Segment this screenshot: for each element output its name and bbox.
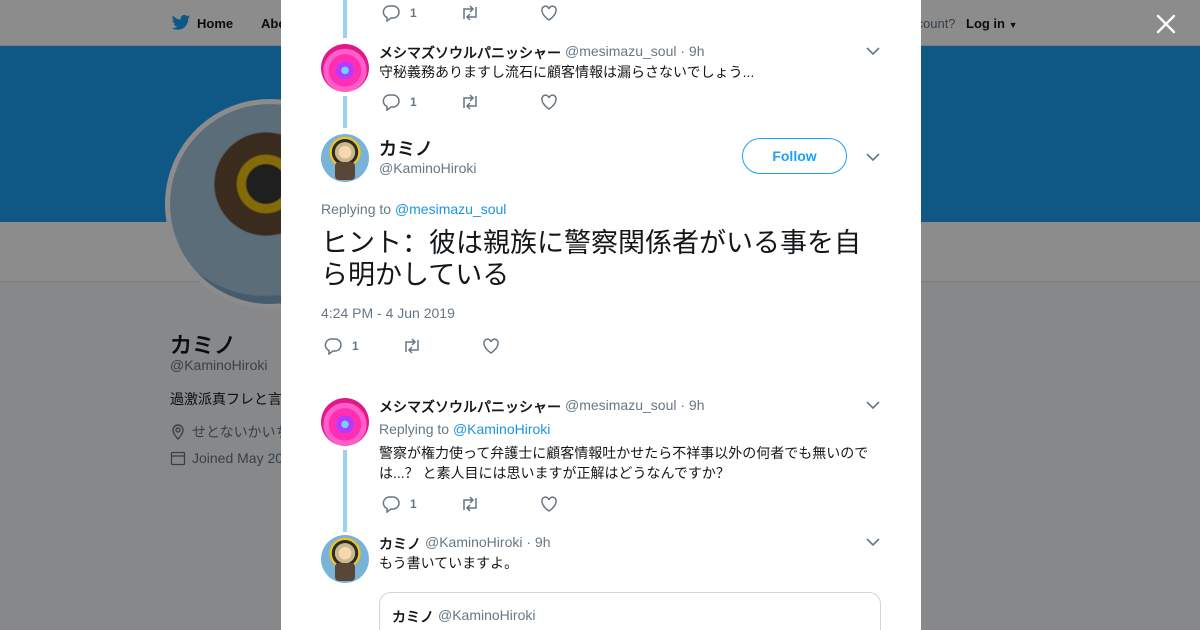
tweet-text: 守秘義務ありますし流石に顧客情報は漏らさないでしょう... xyxy=(379,64,755,80)
retweet-action[interactable] xyxy=(402,337,422,355)
avatar[interactable] xyxy=(321,134,369,182)
handle-text: @mesimazu_soul xyxy=(565,43,677,59)
main-tweet-text: ヒント：彼は親族に警察関係者がいる事を自ら明かしている xyxy=(321,228,861,290)
follow-button[interactable]: Follow xyxy=(742,138,847,174)
tweet-author-name[interactable]: メシマズソウルパニッシャー xyxy=(379,43,561,63)
tweet-time[interactable]: · 9h xyxy=(680,43,704,59)
like-icon xyxy=(483,338,499,354)
chevron-down-icon[interactable] xyxy=(866,46,880,56)
tweet-author-handle[interactable]: @mesimazu_soul · 9h xyxy=(565,397,705,413)
thread-line xyxy=(343,450,347,532)
replying-prefix: Replying to xyxy=(321,201,392,217)
like-action[interactable] xyxy=(540,495,558,513)
handle-text: @mesimazu_soul xyxy=(565,397,677,413)
tweet-author-handle[interactable]: @KaminoHiroki · 9h xyxy=(425,534,550,550)
retweet-icon xyxy=(463,496,477,512)
reply-action[interactable]: 1 xyxy=(324,337,359,355)
reply-count: 1 xyxy=(410,6,417,20)
avatar[interactable] xyxy=(321,398,369,446)
reply-icon xyxy=(382,94,400,111)
reply-action[interactable]: 1 xyxy=(382,93,417,111)
like-action[interactable] xyxy=(540,93,558,111)
tweet-modal: 1 メシマズソウルパニッシャー @mesimazu_soul · 9h 守秘義務… xyxy=(281,0,921,630)
replying-to-link[interactable]: @KaminoHiroki xyxy=(453,421,550,437)
chevron-down-icon[interactable] xyxy=(866,400,880,410)
chevron-down-icon[interactable] xyxy=(866,537,880,547)
tweet-time[interactable]: · 9h xyxy=(680,397,704,413)
retweet-icon xyxy=(463,94,477,110)
like-icon xyxy=(541,496,557,512)
like-icon xyxy=(541,5,557,21)
chevron-down-icon[interactable] xyxy=(866,152,880,162)
reply-count: 1 xyxy=(410,497,417,511)
replying-to: Replying to @KaminoHiroki xyxy=(379,421,550,437)
quoted-author-handle: @KaminoHiroki xyxy=(438,607,536,623)
tweet-author-name[interactable]: メシマズソウルパニッシャー xyxy=(379,397,561,417)
retweet-icon xyxy=(463,5,477,21)
avatar[interactable] xyxy=(321,44,369,92)
tweet-author-name[interactable]: カミノ xyxy=(379,534,421,554)
replying-to-link[interactable]: @mesimazu_soul xyxy=(395,201,506,217)
handle-text: @KaminoHiroki xyxy=(425,534,523,550)
reply-count: 1 xyxy=(352,339,359,353)
like-icon xyxy=(541,94,557,110)
thread-line xyxy=(343,0,347,38)
reply-icon xyxy=(324,338,342,355)
retweet-action[interactable] xyxy=(460,4,480,22)
quoted-author-name: カミノ xyxy=(392,609,434,625)
like-action[interactable] xyxy=(540,4,558,22)
reply-icon xyxy=(382,5,400,22)
replying-to: Replying to @mesimazu_soul xyxy=(321,201,506,217)
tweet-text: もう書いていますよ。 xyxy=(379,555,519,571)
replying-prefix: Replying to xyxy=(379,421,450,437)
reply-action[interactable]: 1 xyxy=(382,4,417,22)
tweet-time[interactable]: · 9h xyxy=(526,534,550,550)
main-tweet-timestamp[interactable]: 4:24 PM - 4 Jun 2019 xyxy=(321,305,455,321)
quoted-tweet[interactable]: カミノ @KaminoHiroki xyxy=(379,592,881,630)
retweet-action[interactable] xyxy=(460,93,480,111)
tweet-text: 警察が権力使って弁護士に顧客情報吐かせたら不祥事以外の何者でも無いのでは...？… xyxy=(379,445,869,481)
retweet-icon xyxy=(405,338,419,354)
reply-icon xyxy=(382,496,400,513)
tweet-author-handle[interactable]: @mesimazu_soul · 9h xyxy=(565,43,705,59)
close-icon[interactable] xyxy=(1155,13,1177,35)
avatar[interactable] xyxy=(321,535,369,583)
reply-action[interactable]: 1 xyxy=(382,495,417,513)
main-tweet-author-name[interactable]: カミノ xyxy=(379,135,433,161)
retweet-action[interactable] xyxy=(460,495,480,513)
thread-line xyxy=(343,96,347,128)
reply-count: 1 xyxy=(410,95,417,109)
main-tweet-author-handle[interactable]: @KaminoHiroki xyxy=(379,160,476,176)
like-action[interactable] xyxy=(482,337,500,355)
